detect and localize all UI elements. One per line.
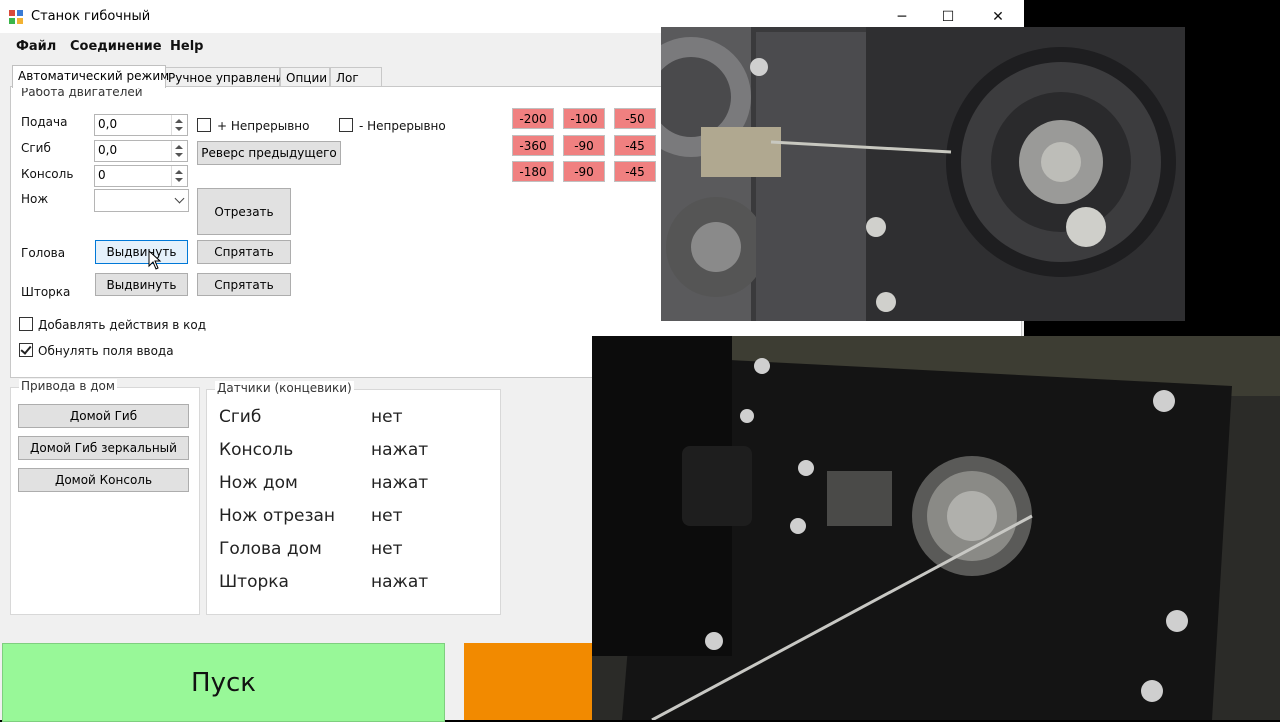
plus-continuous-label: + Непрерывно bbox=[217, 119, 310, 133]
minus-continuous-label: - Непрерывно bbox=[359, 119, 446, 133]
head-extend-button[interactable]: Выдвинуть bbox=[95, 240, 188, 264]
quick-button[interactable]: -45 bbox=[614, 135, 656, 156]
sensor-name: Голова дом bbox=[219, 539, 322, 559]
feed-label: Подача bbox=[21, 115, 68, 129]
bend-stepper[interactable] bbox=[171, 141, 187, 161]
sensor-state: нет bbox=[371, 539, 403, 559]
sensors-group-title: Датчики (концевики) bbox=[215, 381, 354, 395]
quick-button[interactable]: -100 bbox=[563, 108, 605, 129]
tab-auto-mode[interactable]: Автоматический режим bbox=[12, 65, 169, 88]
sensor-name: Шторка bbox=[219, 572, 289, 592]
home-bend-mirror-button[interactable]: Домой Гиб зеркальный bbox=[18, 436, 189, 460]
console-stepper[interactable] bbox=[171, 166, 187, 186]
shutter-hide-button[interactable]: Спрятать bbox=[197, 273, 291, 296]
shutter-label: Шторка bbox=[21, 285, 71, 299]
minus-continuous-checkbox[interactable] bbox=[339, 118, 353, 132]
app-icon bbox=[9, 10, 23, 24]
plus-continuous-checkbox[interactable] bbox=[197, 118, 211, 132]
quick-button[interactable]: -45 bbox=[614, 161, 656, 182]
machine-photo-bottom-image bbox=[592, 336, 1280, 720]
machine-photo-bottom bbox=[592, 336, 1280, 720]
tab-options[interactable]: Опции bbox=[280, 67, 330, 88]
console-input[interactable]: 0 bbox=[94, 165, 188, 187]
bend-label: Сгиб bbox=[21, 141, 51, 155]
quick-button[interactable]: -360 bbox=[512, 135, 554, 156]
sensor-name: Нож отрезан bbox=[219, 506, 336, 526]
sensor-state: нажат bbox=[371, 572, 429, 592]
sensor-state: нажат bbox=[371, 440, 429, 460]
menu-connection[interactable]: Соединение bbox=[70, 39, 162, 54]
bend-input[interactable]: 0,0 bbox=[94, 140, 188, 162]
window-title: Станок гибочный bbox=[31, 9, 151, 24]
cut-button[interactable]: Отрезать bbox=[197, 188, 291, 235]
home-console-button[interactable]: Домой Консоль bbox=[18, 468, 189, 492]
reverse-previous-button[interactable]: Реверс предыдущего bbox=[197, 141, 341, 165]
feed-input[interactable]: 0,0 bbox=[94, 114, 188, 136]
home-bend-button[interactable]: Домой Гиб bbox=[18, 404, 189, 428]
sensor-state: нет bbox=[371, 506, 403, 526]
quick-button[interactable]: -90 bbox=[563, 135, 605, 156]
mouse-cursor-icon bbox=[148, 250, 162, 270]
feed-stepper[interactable] bbox=[171, 115, 187, 135]
chevron-down-icon bbox=[174, 193, 185, 204]
shutter-extend-button[interactable]: Выдвинуть bbox=[95, 273, 188, 296]
quick-button[interactable]: -50 bbox=[614, 108, 656, 129]
console-label: Консоль bbox=[21, 167, 74, 181]
homing-group-title: Привода в дом bbox=[19, 379, 117, 393]
machine-photo-top-image bbox=[661, 27, 1185, 321]
quick-button[interactable]: -200 bbox=[512, 108, 554, 129]
knife-select[interactable] bbox=[94, 189, 189, 212]
quick-button[interactable]: -180 bbox=[512, 161, 554, 182]
add-to-code-checkbox[interactable] bbox=[19, 317, 33, 331]
stop-button[interactable] bbox=[464, 643, 604, 720]
add-to-code-label: Добавлять действия в код bbox=[38, 318, 207, 332]
sensor-state: нет bbox=[371, 407, 403, 427]
tab-manual-control[interactable]: Ручное управление bbox=[162, 67, 291, 88]
menu-help[interactable]: Help bbox=[170, 39, 203, 54]
knife-label: Нож bbox=[21, 192, 49, 206]
tab-log[interactable]: Лог bbox=[330, 67, 382, 88]
reset-fields-label: Обнулять поля ввода bbox=[38, 344, 174, 358]
head-hide-button[interactable]: Спрятать bbox=[197, 240, 291, 264]
menu-file[interactable]: Файл bbox=[16, 39, 56, 54]
sensor-name: Сгиб bbox=[219, 407, 262, 427]
sensor-name: Нож дом bbox=[219, 473, 298, 493]
reset-fields-checkbox[interactable] bbox=[19, 343, 33, 357]
machine-photo-top bbox=[661, 27, 1185, 321]
start-button[interactable]: Пуск bbox=[2, 643, 445, 722]
sensor-state: нажат bbox=[371, 473, 429, 493]
quick-button[interactable]: -90 bbox=[563, 161, 605, 182]
sensor-name: Консоль bbox=[219, 440, 294, 460]
head-label: Голова bbox=[21, 246, 66, 260]
